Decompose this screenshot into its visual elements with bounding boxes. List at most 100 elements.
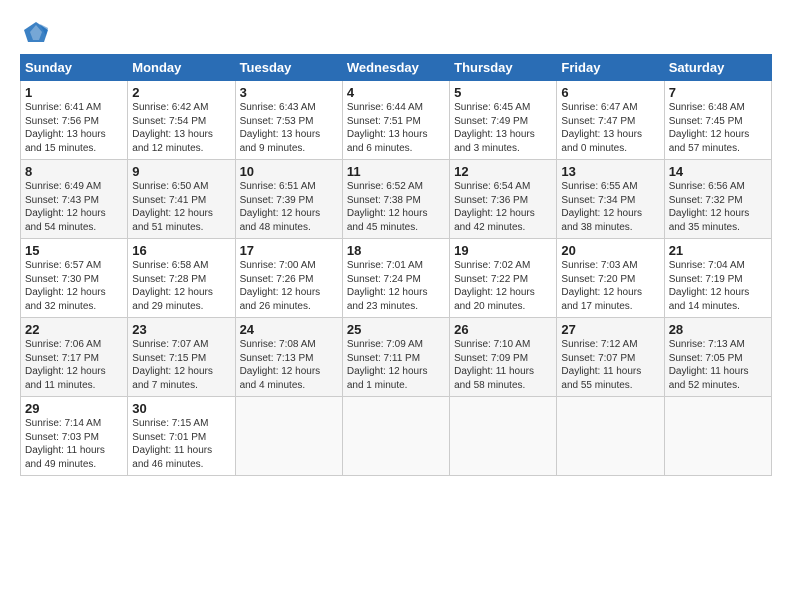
- day-number: 15: [25, 243, 123, 258]
- day-number: 23: [132, 322, 230, 337]
- cell-details: Sunrise: 7:03 AMSunset: 7:20 PMDaylight:…: [561, 259, 659, 313]
- day-number: 10: [240, 164, 338, 179]
- calendar-table: SundayMondayTuesdayWednesdayThursdayFrid…: [20, 54, 772, 476]
- cell-details: Sunrise: 6:52 AMSunset: 7:38 PMDaylight:…: [347, 180, 445, 234]
- logo: [20, 20, 52, 44]
- col-header-wednesday: Wednesday: [342, 55, 449, 81]
- cell-details: Sunrise: 6:48 AMSunset: 7:45 PMDaylight:…: [669, 101, 767, 155]
- cell-details: Sunrise: 7:08 AMSunset: 7:13 PMDaylight:…: [240, 338, 338, 392]
- day-number: 29: [25, 401, 123, 416]
- calendar-cell: 27Sunrise: 7:12 AMSunset: 7:07 PMDayligh…: [557, 318, 664, 397]
- cell-details: Sunrise: 6:49 AMSunset: 7:43 PMDaylight:…: [25, 180, 123, 234]
- calendar-cell: 3Sunrise: 6:43 AMSunset: 7:53 PMDaylight…: [235, 81, 342, 160]
- calendar-cell: 21Sunrise: 7:04 AMSunset: 7:19 PMDayligh…: [664, 239, 771, 318]
- col-header-saturday: Saturday: [664, 55, 771, 81]
- col-header-friday: Friday: [557, 55, 664, 81]
- cell-details: Sunrise: 6:57 AMSunset: 7:30 PMDaylight:…: [25, 259, 123, 313]
- calendar-cell: 12Sunrise: 6:54 AMSunset: 7:36 PMDayligh…: [450, 160, 557, 239]
- day-number: 20: [561, 243, 659, 258]
- day-number: 30: [132, 401, 230, 416]
- calendar-cell: 10Sunrise: 6:51 AMSunset: 7:39 PMDayligh…: [235, 160, 342, 239]
- calendar-cell: 6Sunrise: 6:47 AMSunset: 7:47 PMDaylight…: [557, 81, 664, 160]
- calendar-cell: [557, 397, 664, 476]
- day-number: 22: [25, 322, 123, 337]
- cell-details: Sunrise: 6:55 AMSunset: 7:34 PMDaylight:…: [561, 180, 659, 234]
- cell-details: Sunrise: 6:43 AMSunset: 7:53 PMDaylight:…: [240, 101, 338, 155]
- day-number: 13: [561, 164, 659, 179]
- day-number: 6: [561, 85, 659, 100]
- day-number: 11: [347, 164, 445, 179]
- day-number: 16: [132, 243, 230, 258]
- calendar-cell: 8Sunrise: 6:49 AMSunset: 7:43 PMDaylight…: [21, 160, 128, 239]
- cell-details: Sunrise: 6:41 AMSunset: 7:56 PMDaylight:…: [25, 101, 123, 155]
- calendar-cell: 15Sunrise: 6:57 AMSunset: 7:30 PMDayligh…: [21, 239, 128, 318]
- cell-details: Sunrise: 7:02 AMSunset: 7:22 PMDaylight:…: [454, 259, 552, 313]
- calendar-header-row: SundayMondayTuesdayWednesdayThursdayFrid…: [21, 55, 772, 81]
- calendar-cell: 24Sunrise: 7:08 AMSunset: 7:13 PMDayligh…: [235, 318, 342, 397]
- calendar-cell: 30Sunrise: 7:15 AMSunset: 7:01 PMDayligh…: [128, 397, 235, 476]
- calendar-cell: 5Sunrise: 6:45 AMSunset: 7:49 PMDaylight…: [450, 81, 557, 160]
- day-number: 14: [669, 164, 767, 179]
- cell-details: Sunrise: 6:58 AMSunset: 7:28 PMDaylight:…: [132, 259, 230, 313]
- cell-details: Sunrise: 7:09 AMSunset: 7:11 PMDaylight:…: [347, 338, 445, 392]
- cell-details: Sunrise: 7:04 AMSunset: 7:19 PMDaylight:…: [669, 259, 767, 313]
- day-number: 9: [132, 164, 230, 179]
- week-row-2: 8Sunrise: 6:49 AMSunset: 7:43 PMDaylight…: [21, 160, 772, 239]
- cell-details: Sunrise: 6:50 AMSunset: 7:41 PMDaylight:…: [132, 180, 230, 234]
- calendar-cell: [450, 397, 557, 476]
- calendar-cell: [342, 397, 449, 476]
- calendar-cell: 26Sunrise: 7:10 AMSunset: 7:09 PMDayligh…: [450, 318, 557, 397]
- col-header-monday: Monday: [128, 55, 235, 81]
- calendar-cell: 17Sunrise: 7:00 AMSunset: 7:26 PMDayligh…: [235, 239, 342, 318]
- calendar-cell: 29Sunrise: 7:14 AMSunset: 7:03 PMDayligh…: [21, 397, 128, 476]
- page-container: SundayMondayTuesdayWednesdayThursdayFrid…: [0, 0, 792, 486]
- day-number: 25: [347, 322, 445, 337]
- day-number: 17: [240, 243, 338, 258]
- calendar-cell: 14Sunrise: 6:56 AMSunset: 7:32 PMDayligh…: [664, 160, 771, 239]
- calendar-cell: 22Sunrise: 7:06 AMSunset: 7:17 PMDayligh…: [21, 318, 128, 397]
- calendar-body: 1Sunrise: 6:41 AMSunset: 7:56 PMDaylight…: [21, 81, 772, 476]
- cell-details: Sunrise: 6:44 AMSunset: 7:51 PMDaylight:…: [347, 101, 445, 155]
- cell-details: Sunrise: 6:51 AMSunset: 7:39 PMDaylight:…: [240, 180, 338, 234]
- cell-details: Sunrise: 7:01 AMSunset: 7:24 PMDaylight:…: [347, 259, 445, 313]
- day-number: 2: [132, 85, 230, 100]
- col-header-tuesday: Tuesday: [235, 55, 342, 81]
- header: [20, 16, 772, 44]
- day-number: 1: [25, 85, 123, 100]
- day-number: 3: [240, 85, 338, 100]
- day-number: 26: [454, 322, 552, 337]
- calendar-cell: 9Sunrise: 6:50 AMSunset: 7:41 PMDaylight…: [128, 160, 235, 239]
- day-number: 12: [454, 164, 552, 179]
- calendar-cell: [235, 397, 342, 476]
- calendar-cell: 19Sunrise: 7:02 AMSunset: 7:22 PMDayligh…: [450, 239, 557, 318]
- day-number: 5: [454, 85, 552, 100]
- calendar-cell: 18Sunrise: 7:01 AMSunset: 7:24 PMDayligh…: [342, 239, 449, 318]
- cell-details: Sunrise: 7:10 AMSunset: 7:09 PMDaylight:…: [454, 338, 552, 392]
- day-number: 19: [454, 243, 552, 258]
- cell-details: Sunrise: 7:15 AMSunset: 7:01 PMDaylight:…: [132, 417, 230, 471]
- col-header-thursday: Thursday: [450, 55, 557, 81]
- calendar-cell: 20Sunrise: 7:03 AMSunset: 7:20 PMDayligh…: [557, 239, 664, 318]
- day-number: 21: [669, 243, 767, 258]
- day-number: 8: [25, 164, 123, 179]
- calendar-cell: 13Sunrise: 6:55 AMSunset: 7:34 PMDayligh…: [557, 160, 664, 239]
- day-number: 24: [240, 322, 338, 337]
- day-number: 27: [561, 322, 659, 337]
- calendar-cell: 1Sunrise: 6:41 AMSunset: 7:56 PMDaylight…: [21, 81, 128, 160]
- day-number: 4: [347, 85, 445, 100]
- logo-icon: [22, 20, 50, 44]
- cell-details: Sunrise: 6:47 AMSunset: 7:47 PMDaylight:…: [561, 101, 659, 155]
- cell-details: Sunrise: 7:00 AMSunset: 7:26 PMDaylight:…: [240, 259, 338, 313]
- calendar-cell: 11Sunrise: 6:52 AMSunset: 7:38 PMDayligh…: [342, 160, 449, 239]
- calendar-cell: 2Sunrise: 6:42 AMSunset: 7:54 PMDaylight…: [128, 81, 235, 160]
- week-row-1: 1Sunrise: 6:41 AMSunset: 7:56 PMDaylight…: [21, 81, 772, 160]
- calendar-cell: 16Sunrise: 6:58 AMSunset: 7:28 PMDayligh…: [128, 239, 235, 318]
- cell-details: Sunrise: 6:54 AMSunset: 7:36 PMDaylight:…: [454, 180, 552, 234]
- day-number: 18: [347, 243, 445, 258]
- week-row-5: 29Sunrise: 7:14 AMSunset: 7:03 PMDayligh…: [21, 397, 772, 476]
- cell-details: Sunrise: 6:42 AMSunset: 7:54 PMDaylight:…: [132, 101, 230, 155]
- calendar-cell: 23Sunrise: 7:07 AMSunset: 7:15 PMDayligh…: [128, 318, 235, 397]
- cell-details: Sunrise: 7:06 AMSunset: 7:17 PMDaylight:…: [25, 338, 123, 392]
- cell-details: Sunrise: 7:13 AMSunset: 7:05 PMDaylight:…: [669, 338, 767, 392]
- cell-details: Sunrise: 6:56 AMSunset: 7:32 PMDaylight:…: [669, 180, 767, 234]
